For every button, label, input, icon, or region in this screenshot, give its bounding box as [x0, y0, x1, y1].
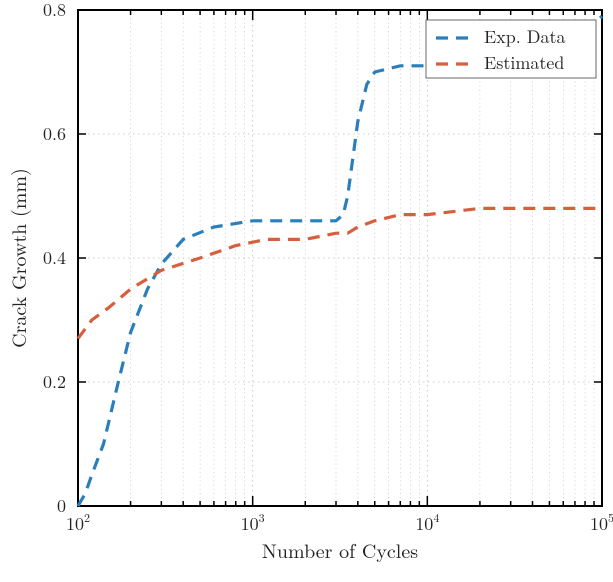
- legend-label-exp: Exp. Data: [484, 24, 566, 49]
- x-tick-label: 102: [66, 509, 90, 536]
- chart-container: 102 103 104 105 0 0.2 0.4 0.6 0.8 Number of Cyc…: [0, 0, 613, 582]
- y-tick-label: 0.4: [43, 245, 66, 270]
- y-tick-label: 0.8: [43, 0, 66, 22]
- x-tick-label: 105: [590, 509, 613, 536]
- x-tick-label: 103: [241, 509, 265, 536]
- chart-svg: 102 103 104 105 0 0.2 0.4 0.6 0.8 Number of Cyc…: [0, 0, 613, 582]
- legend-label-est: Estimated: [484, 50, 564, 75]
- y-tick-labels: 0 0.2 0.4 0.6 0.8: [43, 0, 66, 518]
- series-estimated: [78, 208, 602, 338]
- y-tick-label: 0: [57, 493, 66, 518]
- legend: Exp. Data Estimated: [426, 20, 596, 78]
- x-axis-label: Number of Cycles: [262, 535, 418, 564]
- series-exp-data: [78, 16, 602, 506]
- x-tick-label: 104: [415, 509, 439, 536]
- y-tick-label: 0.6: [43, 121, 66, 146]
- x-tick-labels: 102 103 104 105: [66, 509, 613, 536]
- y-tick-label: 0.2: [43, 369, 66, 394]
- y-axis-label: Crack Growth (mm): [3, 168, 32, 348]
